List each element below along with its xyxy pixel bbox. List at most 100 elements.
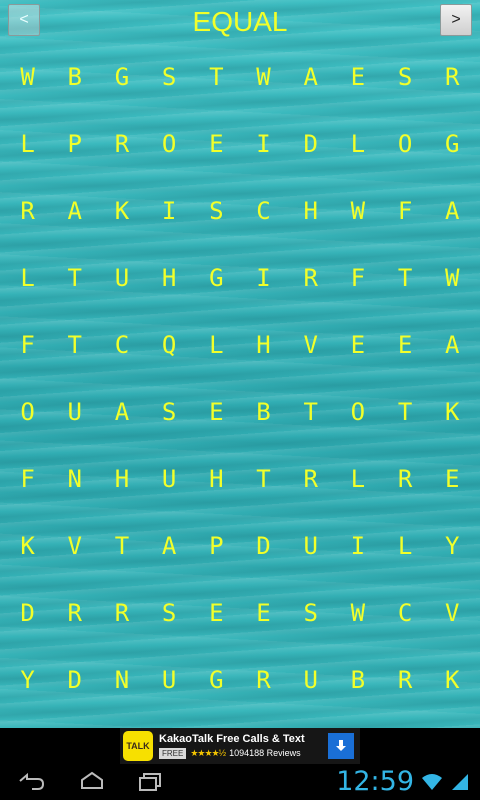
grid-letter-cell[interactable]: G [193,657,240,703]
grid-letter-cell[interactable]: L [4,255,51,301]
grid-letter-cell[interactable]: A [287,54,334,100]
grid-letter-cell[interactable]: U [51,389,98,435]
grid-letter-cell[interactable]: V [429,590,476,636]
grid-letter-cell[interactable]: E [334,54,381,100]
grid-letter-cell[interactable]: H [98,456,145,502]
grid-letter-cell[interactable]: L [382,523,429,569]
grid-letter-cell[interactable]: T [51,255,98,301]
grid-letter-cell[interactable]: H [240,322,287,368]
grid-letter-cell[interactable]: A [429,322,476,368]
grid-letter-cell[interactable]: L [193,322,240,368]
grid-letter-cell[interactable]: Q [146,322,193,368]
grid-letter-cell[interactable]: N [98,657,145,703]
grid-letter-cell[interactable]: E [193,121,240,167]
grid-letter-cell[interactable]: W [240,54,287,100]
recent-apps-icon[interactable] [136,770,166,797]
grid-letter-cell[interactable]: T [382,255,429,301]
grid-letter-cell[interactable]: F [334,255,381,301]
grid-letter-cell[interactable]: A [98,389,145,435]
grid-letter-cell[interactable]: R [287,255,334,301]
grid-letter-cell[interactable]: O [382,121,429,167]
grid-letter-cell[interactable]: K [429,657,476,703]
grid-letter-cell[interactable]: W [334,188,381,234]
grid-letter-cell[interactable]: C [98,322,145,368]
grid-letter-cell[interactable]: B [51,54,98,100]
home-icon[interactable] [78,770,106,797]
grid-letter-cell[interactable]: T [51,322,98,368]
ad-banner[interactable]: TALK KakaoTalk Free Calls & Text FREE ★★… [120,728,360,764]
grid-letter-cell[interactable]: U [146,456,193,502]
back-icon[interactable] [16,770,46,797]
grid-letter-cell[interactable]: R [98,121,145,167]
grid-letter-cell[interactable]: W [334,590,381,636]
grid-letter-cell[interactable]: V [287,322,334,368]
grid-letter-cell[interactable]: S [193,188,240,234]
grid-letter-cell[interactable]: T [240,456,287,502]
grid-letter-cell[interactable]: S [382,54,429,100]
grid-letter-cell[interactable]: R [240,657,287,703]
grid-letter-cell[interactable]: U [146,657,193,703]
grid-letter-cell[interactable]: I [146,188,193,234]
grid-letter-cell[interactable]: S [146,590,193,636]
grid-letter-cell[interactable]: D [4,590,51,636]
grid-letter-cell[interactable]: O [146,121,193,167]
grid-letter-cell[interactable]: G [193,255,240,301]
grid-letter-cell[interactable]: L [334,121,381,167]
grid-letter-cell[interactable]: F [4,456,51,502]
grid-letter-cell[interactable]: B [240,389,287,435]
grid-letter-cell[interactable]: H [287,188,334,234]
grid-letter-cell[interactable]: U [98,255,145,301]
grid-letter-cell[interactable]: W [429,255,476,301]
grid-letter-cell[interactable]: H [146,255,193,301]
next-button[interactable]: > [440,4,472,36]
grid-letter-cell[interactable]: R [382,657,429,703]
grid-letter-cell[interactable]: I [240,255,287,301]
grid-letter-cell[interactable]: A [146,523,193,569]
grid-letter-cell[interactable]: V [51,523,98,569]
grid-letter-cell[interactable]: Y [429,523,476,569]
grid-letter-cell[interactable]: R [429,54,476,100]
grid-letter-cell[interactable]: T [287,389,334,435]
grid-letter-cell[interactable]: F [4,322,51,368]
grid-letter-cell[interactable]: O [4,389,51,435]
grid-letter-cell[interactable]: S [287,590,334,636]
grid-letter-cell[interactable]: W [4,54,51,100]
letter-grid[interactable]: WBGSTWAESRLPROEIDLOGRAKISCHWFALTUHGIRFTW… [4,54,476,724]
grid-letter-cell[interactable]: R [287,456,334,502]
grid-letter-cell[interactable]: E [193,590,240,636]
grid-letter-cell[interactable]: R [51,590,98,636]
grid-letter-cell[interactable]: D [51,657,98,703]
grid-letter-cell[interactable]: S [146,54,193,100]
grid-letter-cell[interactable]: I [240,121,287,167]
grid-letter-cell[interactable]: L [4,121,51,167]
grid-letter-cell[interactable]: G [98,54,145,100]
grid-letter-cell[interactable]: C [382,590,429,636]
grid-letter-cell[interactable]: T [193,54,240,100]
grid-letter-cell[interactable]: D [287,121,334,167]
grid-letter-cell[interactable]: R [98,590,145,636]
grid-letter-cell[interactable]: C [240,188,287,234]
grid-letter-cell[interactable]: A [429,188,476,234]
grid-letter-cell[interactable]: H [193,456,240,502]
grid-letter-cell[interactable]: P [51,121,98,167]
grid-letter-cell[interactable]: K [98,188,145,234]
grid-letter-cell[interactable]: E [429,456,476,502]
grid-letter-cell[interactable]: N [51,456,98,502]
grid-letter-cell[interactable]: R [382,456,429,502]
grid-letter-cell[interactable]: K [429,389,476,435]
grid-letter-cell[interactable]: E [240,590,287,636]
grid-letter-cell[interactable]: F [382,188,429,234]
grid-letter-cell[interactable]: B [334,657,381,703]
grid-letter-cell[interactable]: U [287,523,334,569]
grid-letter-cell[interactable]: K [4,523,51,569]
grid-letter-cell[interactable]: D [240,523,287,569]
grid-letter-cell[interactable]: P [193,523,240,569]
grid-letter-cell[interactable]: L [334,456,381,502]
grid-letter-cell[interactable]: T [382,389,429,435]
grid-letter-cell[interactable]: O [334,389,381,435]
grid-letter-cell[interactable]: R [4,188,51,234]
download-arrow-icon[interactable] [328,733,354,759]
grid-letter-cell[interactable]: U [287,657,334,703]
grid-letter-cell[interactable]: Y [4,657,51,703]
grid-letter-cell[interactable]: S [146,389,193,435]
